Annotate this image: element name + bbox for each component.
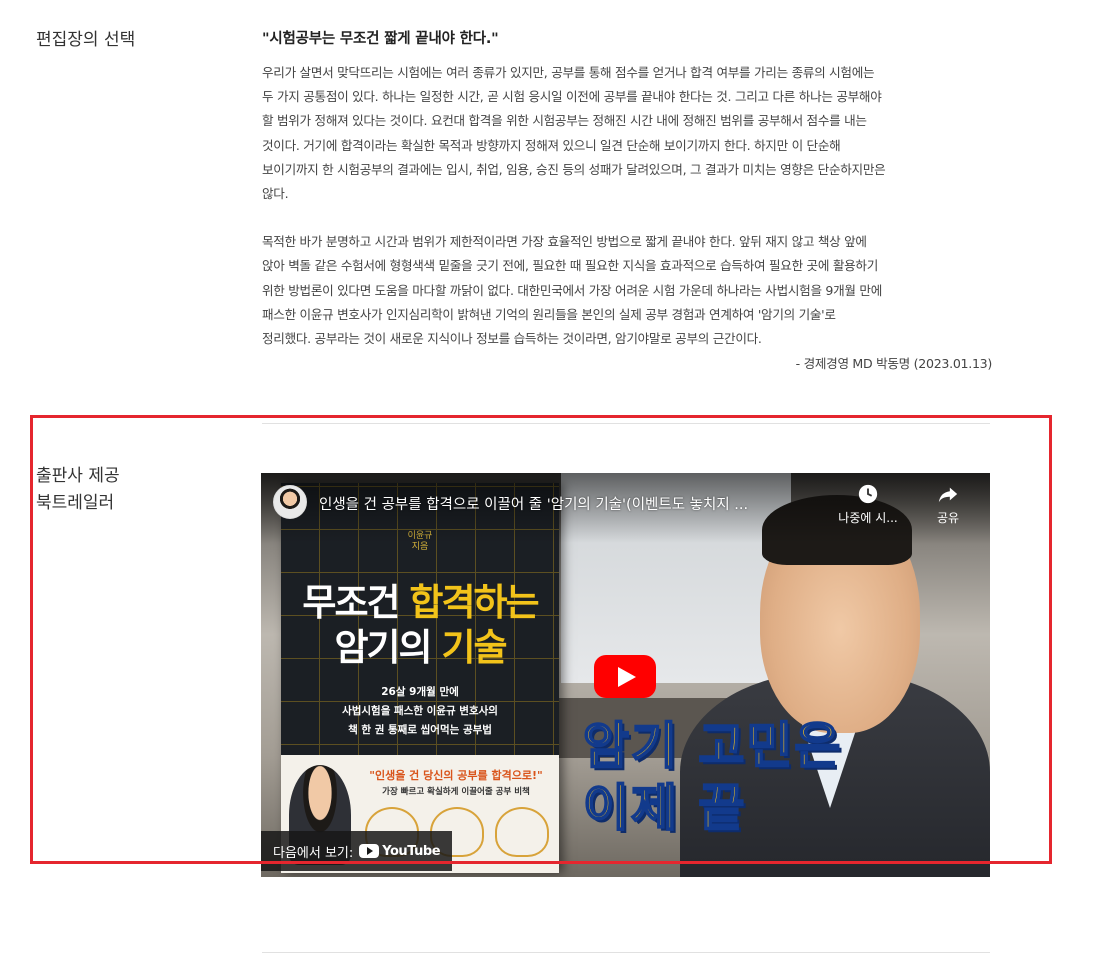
play-button[interactable] — [594, 655, 656, 698]
channel-avatar[interactable] — [273, 485, 307, 519]
book-title-highlight: 기술 — [441, 626, 507, 669]
watch-later-button[interactable]: 나중에 시... — [833, 483, 903, 526]
book-title-part: 무조건 — [302, 581, 410, 624]
video-title-link[interactable]: 인생을 건 공부를 합격으로 이끌어 줄 '암기의 기술'(이벤트도 놓치지 .… — [319, 493, 819, 514]
editor-review: "시험공부는 무조건 짧게 끝내야 한다." 우리가 살면서 맞닥뜨리는 시험에… — [262, 28, 992, 375]
editor-review-paragraph: 목적한 바가 분명하고 시간과 범위가 제한적이라면 가장 효율적인 방법으로 … — [262, 234, 882, 347]
video-overlay-caption: 암기 고민은 이제 끝 — [582, 716, 843, 838]
book-title-part: 암기의 — [334, 626, 442, 669]
share-button[interactable]: 공유 — [913, 483, 983, 526]
editor-review-signature: - 경제경영 MD 박동명 (2023.01.13) — [795, 356, 993, 372]
share-arrow-icon — [938, 487, 958, 503]
clock-icon — [858, 484, 878, 504]
editor-review-paragraph: 우리가 살면서 맞닥뜨리는 시험에는 여러 종류가 있지만, 공부를 통해 점수… — [262, 65, 886, 202]
watch-on-youtube-button[interactable]: 다음에서 보기: YouTube — [261, 831, 453, 871]
book-title-highlight: 합격하는 — [409, 581, 539, 624]
section-divider — [262, 952, 990, 953]
youtube-play-icon — [359, 844, 380, 858]
editor-review-title: "시험공부는 무조건 짧게 끝내야 한다." — [262, 31, 499, 47]
book-band-description: 가장 빠르고 확실하게 이끌어줄 공부 비책 — [382, 787, 530, 797]
watch-on-label: 다음에서 보기: — [273, 845, 354, 861]
youtube-wordmark: YouTube — [382, 843, 441, 859]
book-trailer-label: 출판사 제공 북트레일러 — [36, 466, 120, 513]
youtube-video-player[interactable]: 이윤규 지음 무조건 합격하는 암기의 기술 26살 9개월 만에 사법시험을 … — [261, 473, 990, 877]
youtube-logo: YouTube — [359, 843, 441, 859]
watch-later-label: 나중에 시... — [838, 511, 898, 525]
book-title-line2: 암기의 기술 — [281, 626, 559, 670]
share-label: 공유 — [936, 511, 960, 525]
book-subtitle: 26살 9개월 만에 사법시험을 패스한 이윤규 변호사의 책 한 권 통째로 … — [342, 686, 498, 736]
section-divider — [262, 423, 990, 424]
editor-choice-label: 편집장의 선택 — [36, 30, 136, 50]
award-badge-icon — [495, 807, 549, 857]
book-band-quote: "인생을 건 당신의 공부를 합격으로!" — [369, 769, 543, 782]
book-title-line1: 무조건 합격하는 — [281, 581, 559, 625]
